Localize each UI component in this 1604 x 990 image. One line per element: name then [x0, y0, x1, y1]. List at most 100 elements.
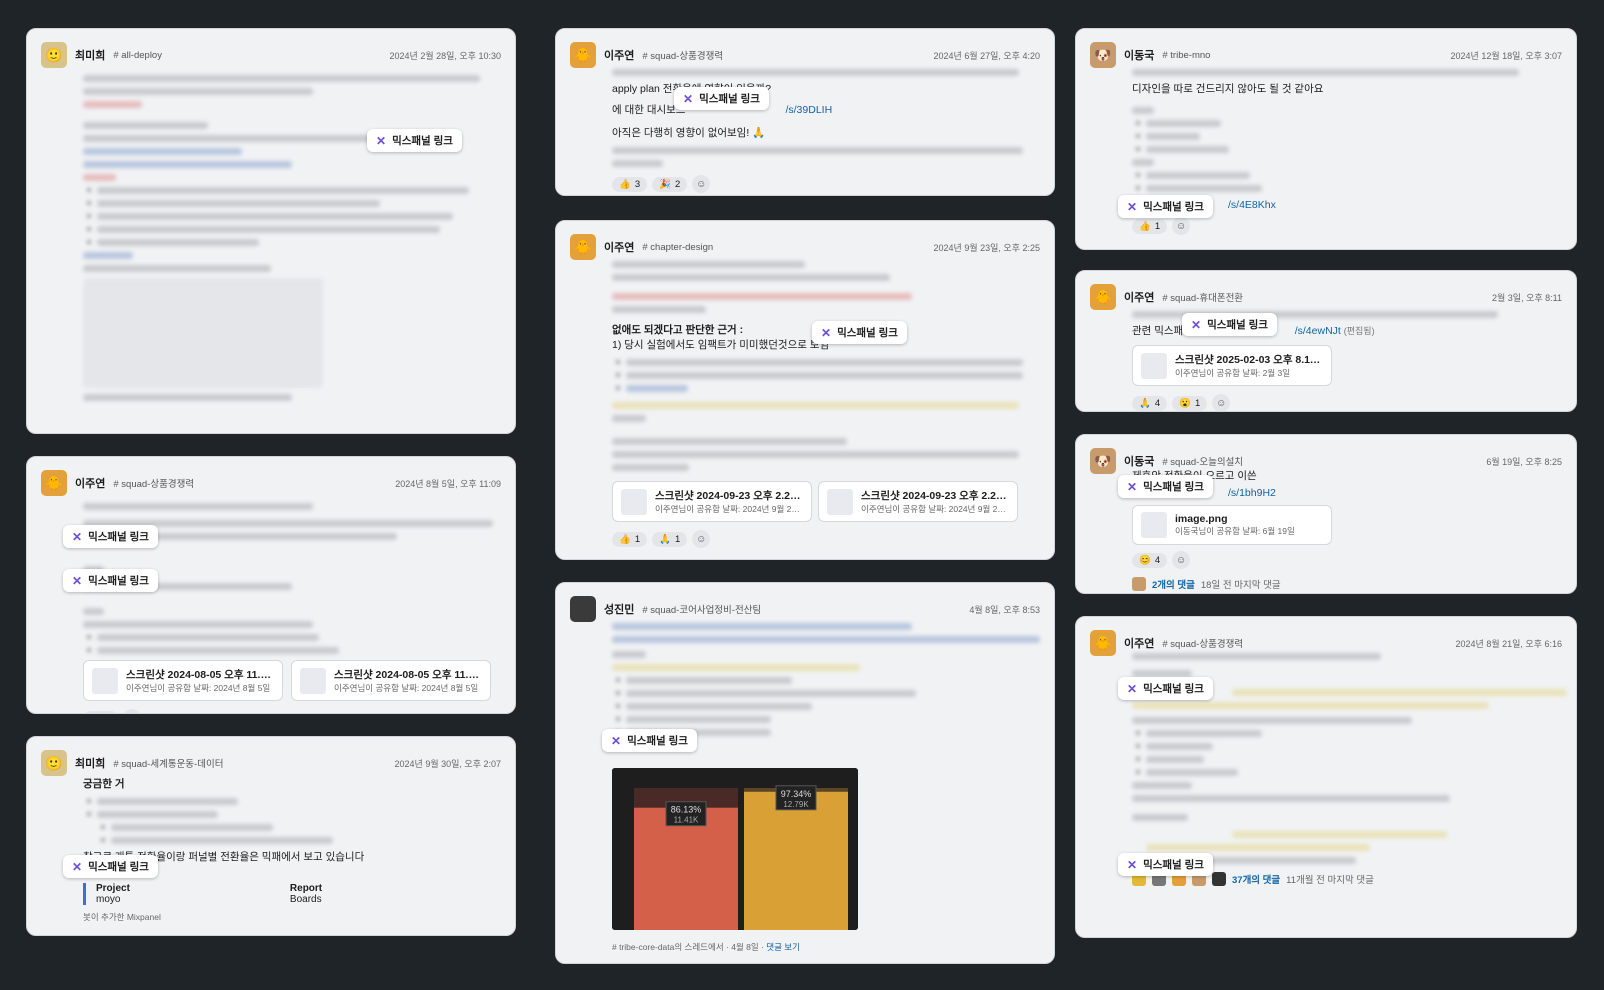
- mixpanel-link-badge[interactable]: ✕ 믹스패널 링크: [367, 129, 462, 152]
- view-comments-link[interactable]: 댓글 보기: [766, 942, 800, 952]
- author-name[interactable]: 이주연: [604, 239, 634, 255]
- timestamp[interactable]: 4월 8일, 오후 8:53: [969, 603, 1040, 616]
- avatar[interactable]: 🐥: [1090, 284, 1116, 310]
- author-name[interactable]: 이동국: [1124, 47, 1154, 63]
- file-title: image.png: [1175, 513, 1228, 525]
- avatar[interactable]: 🐥: [41, 470, 67, 496]
- channel-name[interactable]: # squad-휴대폰전환: [1162, 290, 1243, 304]
- timestamp[interactable]: 2024년 8월 21일, 오후 6:16: [1456, 637, 1562, 650]
- timestamp[interactable]: 2024년 6월 27일, 오후 4:20: [934, 49, 1040, 62]
- file-attachment[interactable]: image.png 이동국님이 공유함 날짜: 6월 19일: [1132, 505, 1332, 545]
- thread-date: 4월 8일: [731, 942, 759, 952]
- last-reply-time: 11개월 전 마지막 댓글: [1286, 875, 1374, 886]
- mixpanel-short-link[interactable]: /s/1bh9H2: [1228, 487, 1276, 499]
- mixpanel-short-link[interactable]: /s/4E8Khx: [1228, 199, 1276, 211]
- mixpanel-short-link[interactable]: /s/39DLIH: [785, 104, 832, 116]
- unfurl-value: Boards: [289, 894, 322, 905]
- edited-label: (편집됨): [1343, 326, 1375, 336]
- channel-name[interactable]: # all-deploy: [113, 50, 162, 61]
- mixpanel-short-link[interactable]: /s/4ewNJt: [1295, 325, 1341, 337]
- chart-bar[interactable]: [744, 791, 848, 930]
- mixpanel-icon: ✕: [376, 133, 387, 148]
- add-reaction-icon[interactable]: ☺: [1172, 551, 1191, 569]
- reaction[interactable]: 🙏 1: [652, 531, 688, 547]
- mixpanel-link-badge[interactable]: ✕ 믹스패널 링크: [1118, 853, 1213, 876]
- file-attachment[interactable]: 스크린샷 2024-08-05 오후 11.0... 이주연님이 공유함 날짜: …: [83, 660, 283, 701]
- chart-data-sublabel: 12.79K: [783, 800, 809, 809]
- mixpanel-link-badge[interactable]: ✕ 믹스패널 링크: [602, 729, 697, 752]
- mixpanel-link-badge[interactable]: ✕ 믹스패널 링크: [1182, 313, 1277, 336]
- reply-count[interactable]: 37개의 댓글: [1232, 872, 1280, 886]
- timestamp[interactable]: 2024년 2월 28일, 오후 10:30: [390, 49, 501, 62]
- file-thumbnail: [1141, 352, 1167, 379]
- mixpanel-link-badge[interactable]: ✕ 믹스패널 링크: [1118, 195, 1213, 218]
- message-card: 🐥 이주연 # squad-상품경쟁력 2024년 8월 5일, 오후 11:0…: [26, 456, 516, 714]
- timestamp[interactable]: 6월 19일, 오후 8:25: [1486, 455, 1562, 468]
- reaction[interactable]: 👍1: [1132, 218, 1168, 234]
- mixpanel-link-badge[interactable]: ✕ 믹스패널 링크: [1118, 475, 1213, 498]
- reply-count[interactable]: 2개의 댓글: [1152, 577, 1195, 591]
- mixpanel-link-badge[interactable]: ✕ 믹스패널 링크: [63, 569, 158, 592]
- channel-name[interactable]: # squad-세계통운동-데이터: [113, 756, 223, 770]
- reaction[interactable]: 🎉 2: [652, 176, 688, 192]
- reaction[interactable]: 😮 1: [1172, 395, 1208, 411]
- file-attachment[interactable]: 스크린샷 2025-02-03 오후 8.11... 이주연님이 공유함 날짜: …: [1132, 345, 1332, 386]
- file-thumbnail: [621, 488, 647, 515]
- channel-name[interactable]: # squad-상품경쟁력: [642, 48, 723, 62]
- avatar[interactable]: 🐥: [1090, 630, 1116, 656]
- author-name[interactable]: 최미희: [75, 47, 105, 63]
- add-reaction-icon[interactable]: ☺: [1212, 394, 1231, 411]
- author-name[interactable]: 이주연: [604, 47, 634, 63]
- add-reaction-icon[interactable]: ☺: [692, 530, 711, 548]
- message-text: 디자인을 따로 건드리지 않아도 될 것 같아요: [1132, 83, 1324, 95]
- mixpanel-link-badge[interactable]: ✕ 믹스패널 링크: [812, 321, 907, 344]
- channel-name[interactable]: # squad-코어사업정비-전산팀: [642, 602, 761, 616]
- avatar[interactable]: 🙂: [41, 42, 67, 68]
- channel-name[interactable]: # squad-상품경쟁력: [113, 476, 194, 490]
- reaction[interactable]: 👍1: [612, 531, 648, 547]
- timestamp[interactable]: 2024년 8월 5일, 오후 11:09: [395, 477, 501, 490]
- author-name[interactable]: 이동국: [1124, 453, 1154, 469]
- author-name[interactable]: 이주연: [1124, 635, 1154, 651]
- add-reaction-icon[interactable]: ☺: [692, 175, 711, 193]
- avatar[interactable]: 🐶: [1090, 448, 1116, 474]
- author-name[interactable]: 이주연: [1124, 289, 1154, 305]
- file-title: 스크린샷 2024-08-05 오후 11.0...: [126, 669, 274, 681]
- channel-name[interactable]: # squad-상품경쟁력: [1162, 636, 1243, 650]
- reaction[interactable]: 👍 3: [612, 176, 648, 192]
- avatar[interactable]: 🐶: [1090, 42, 1116, 68]
- author-name[interactable]: 성진민: [604, 601, 634, 617]
- mixpanel-link-badge[interactable]: ✕ 믹스패널 링크: [674, 87, 769, 110]
- avatar[interactable]: [570, 596, 596, 622]
- channel-name[interactable]: # chapter-design: [642, 242, 713, 253]
- timestamp[interactable]: 2024년 12월 18일, 오후 3:07: [1451, 49, 1562, 62]
- add-reaction-icon[interactable]: ☺: [123, 709, 142, 713]
- add-reaction-icon[interactable]: ☺: [1172, 217, 1191, 235]
- timestamp[interactable]: 2024년 9월 30일, 오후 2:07: [395, 757, 501, 770]
- blurred-content: [612, 147, 1040, 167]
- mixpanel-link-badge[interactable]: ✕ 믹스패널 링크: [1118, 677, 1213, 700]
- mixpanel-link-badge[interactable]: ✕ 믹스패널 링크: [63, 855, 158, 878]
- file-meta: 이주연님이 공유함 날짜: 2024년 8월 5일: [126, 683, 271, 693]
- avatar[interactable]: 🙂: [41, 750, 67, 776]
- reaction[interactable]: 👍1: [83, 710, 119, 713]
- file-meta: 이주연님이 공유함 날짜: 2024년 8월 5일: [334, 683, 479, 693]
- mixpanel-link-badge[interactable]: ✕ 믹스패널 링크: [63, 525, 158, 548]
- file-attachment[interactable]: 스크린샷 2024-08-05 오후 11.0... 이주연님이 공유함 날짜: …: [291, 660, 491, 701]
- channel-name[interactable]: # tribe-mno: [1162, 50, 1210, 61]
- reaction[interactable]: 😊 4: [1132, 552, 1168, 568]
- file-attachment[interactable]: 스크린샷 2024-09-23 오후 2.24... 이주연님이 공유함 날짜: …: [612, 481, 812, 522]
- mixpanel-unfurl[interactable]: Project moyo Report Boards: [83, 883, 501, 905]
- timestamp[interactable]: 2월 3일, 오후 8:11: [1492, 291, 1562, 304]
- channel-name[interactable]: # squad-오늘의설치: [1162, 454, 1243, 468]
- thread-replies[interactable]: 2개의 댓글 18일 전 마지막 댓글: [1132, 577, 1562, 591]
- mixpanel-icon: ✕: [821, 325, 832, 340]
- timestamp[interactable]: 2024년 9월 23일, 오후 2:25: [934, 241, 1040, 254]
- author-name[interactable]: 최미희: [75, 755, 105, 771]
- chart-data-label: 97.34%: [781, 789, 812, 799]
- author-name[interactable]: 이주연: [75, 475, 105, 491]
- avatar[interactable]: 🐥: [570, 42, 596, 68]
- reaction[interactable]: 🙏 4: [1132, 395, 1168, 411]
- avatar[interactable]: 🐥: [570, 234, 596, 260]
- file-attachment[interactable]: 스크린샷 2024-09-23 오후 2.24... 이주연님이 공유함 날짜: …: [818, 481, 1018, 522]
